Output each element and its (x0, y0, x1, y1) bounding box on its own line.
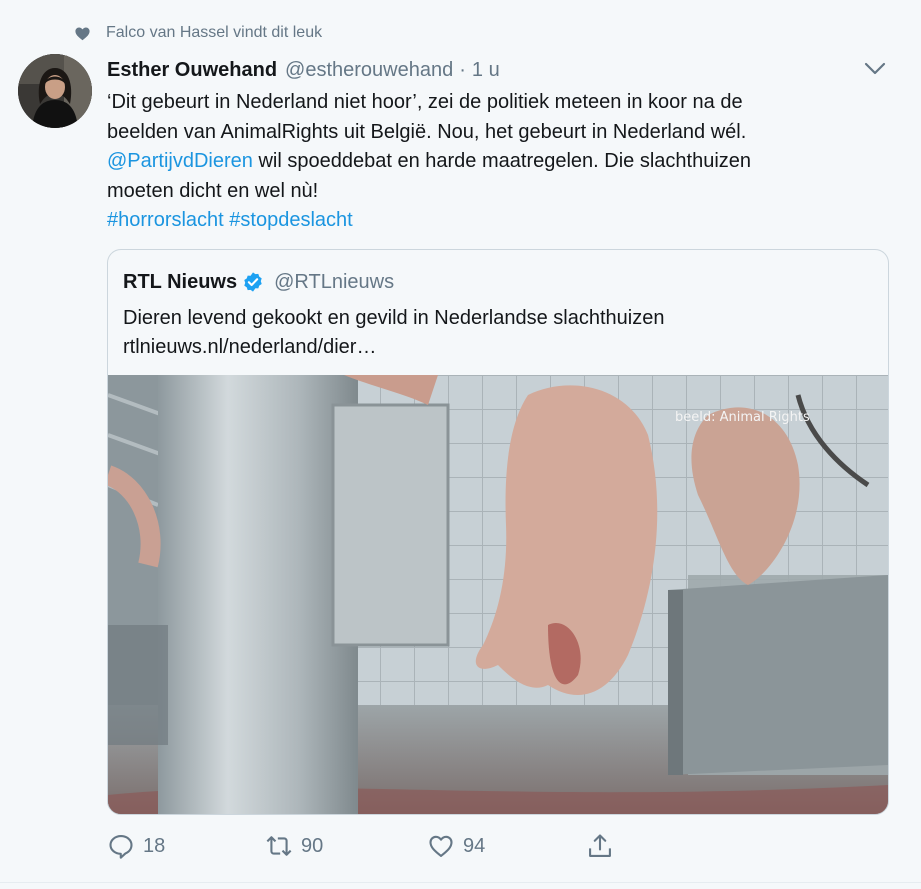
avatar-image (18, 54, 92, 128)
tweet-text-segment: wil spoeddebat en harde maatregelen. Die… (252, 150, 752, 172)
quoted-tweet-text: Dieren levend gekookt en gevild in Neder… (123, 304, 863, 362)
verified-badge-icon (244, 272, 262, 292)
like-count: 94 (463, 834, 486, 857)
more-options-button[interactable] (862, 58, 888, 80)
author-handle[interactable]: @estherouwehand (285, 59, 453, 82)
quoted-author-name[interactable]: RTL Nieuws (123, 271, 237, 294)
social-context: Falco van Hassel vindt dit leuk (74, 22, 322, 44)
retweet-button[interactable]: 90 (265, 829, 323, 863)
tweet-text-line: moeten dicht en wel nù! (107, 179, 319, 202)
tweet-text-line: @PartijvdDieren wil spoeddebat en harde … (107, 147, 847, 177)
social-context-text[interactable]: Falco van Hassel vindt dit leuk (106, 24, 322, 42)
hashtag-link[interactable]: #horrorslacht (107, 209, 224, 231)
header-separator: · (459, 58, 466, 81)
tweet-header: Esther Ouwehand @estherouwehand · 1 u (107, 56, 500, 84)
quoted-link[interactable]: rtlnieuws.nl/nederland/dier… (123, 333, 863, 362)
like-button[interactable]: 94 (427, 829, 485, 863)
reply-icon (109, 835, 133, 859)
quoted-tweet[interactable]: RTL Nieuws @RTLnieuws Dieren levend geko… (107, 249, 889, 815)
mention-link[interactable]: @PartijvdDieren (107, 150, 253, 172)
tweet-text-line: ‘Dit gebeurt in Nederland niet hoor’, ze… (107, 91, 743, 113)
share-icon (589, 834, 611, 857)
heart-outline-icon (429, 835, 453, 857)
tweet-divider (0, 882, 921, 883)
heart-icon (75, 27, 90, 40)
hashtag-link[interactable]: #stopdeslacht (229, 209, 352, 231)
retweet-icon (266, 836, 292, 856)
quoted-tweet-header: RTL Nieuws @RTLnieuws (123, 268, 394, 296)
hashtag-line: #horrorslacht #stopdeslacht (107, 206, 847, 236)
avatar[interactable] (18, 54, 92, 128)
share-button[interactable] (586, 829, 614, 863)
quoted-media-image[interactable]: beeld: Animal Rights (108, 375, 888, 814)
quoted-text-line: Dieren levend gekookt en gevild in Neder… (123, 307, 665, 329)
slaughterhouse-photo (108, 375, 888, 814)
reply-button[interactable]: 18 (107, 829, 165, 863)
tweet-text-line: beelden van AnimalRights uit België. Nou… (107, 120, 747, 143)
media-watermark: beeld: Animal Rights (675, 410, 810, 425)
author-name[interactable]: Esther Ouwehand (107, 59, 277, 82)
quoted-author-handle[interactable]: @RTLnieuws (274, 271, 394, 294)
tweet-text: ‘Dit gebeurt in Nederland niet hoor’, ze… (107, 88, 847, 236)
tweet-timestamp[interactable]: 1 u (472, 59, 500, 82)
chevron-down-icon (864, 62, 886, 75)
reply-count: 18 (143, 834, 166, 857)
retweet-count: 90 (301, 834, 324, 857)
